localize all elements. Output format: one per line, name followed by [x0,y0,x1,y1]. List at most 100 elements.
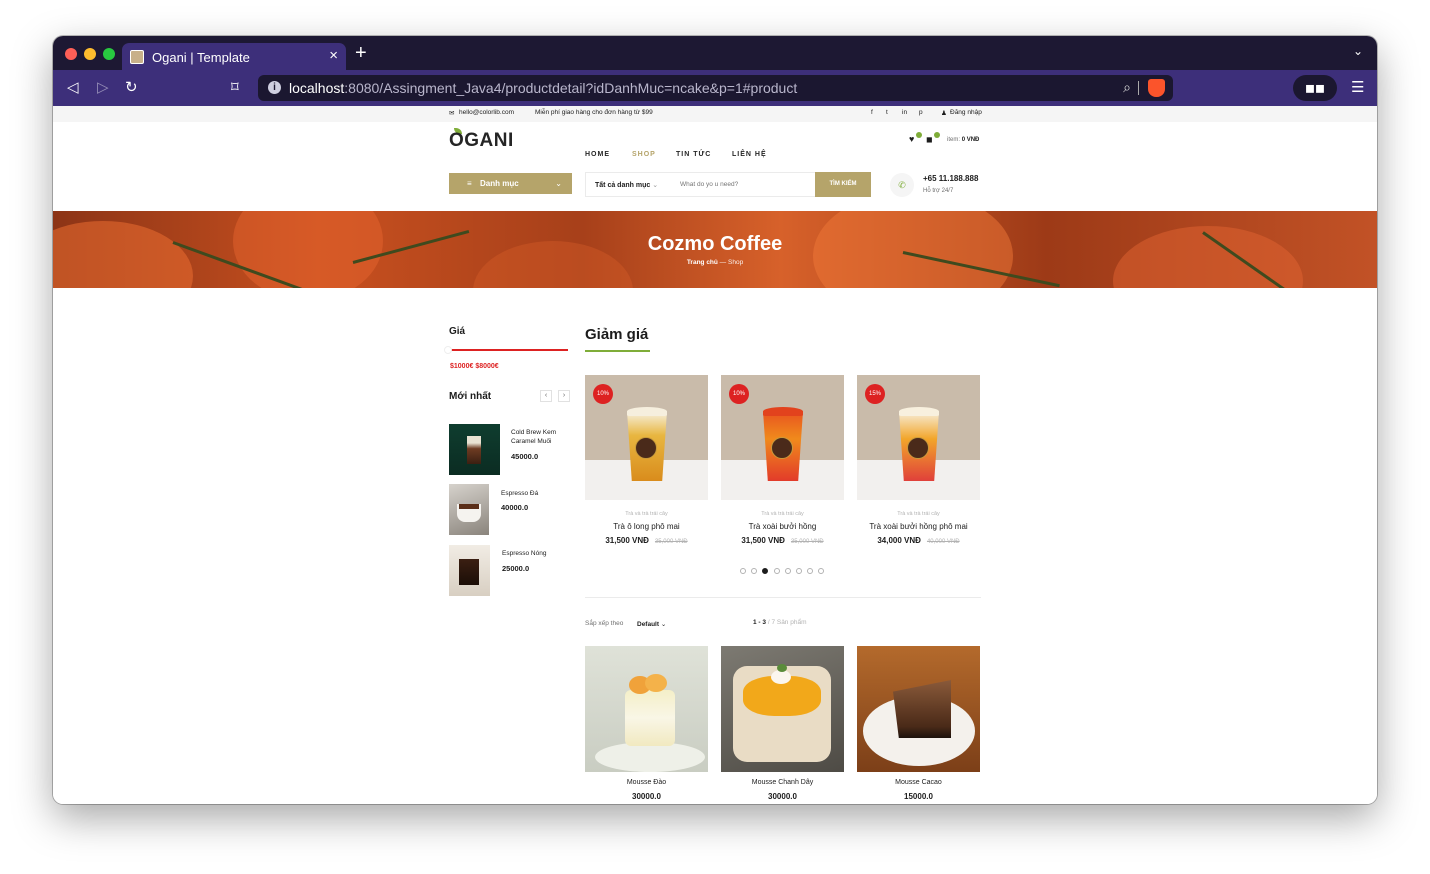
cart-icon[interactable]: ◼ [926,135,933,144]
cup-logo-icon [907,437,929,459]
tab-close-icon[interactable]: × [329,47,338,64]
menu-shop[interactable]: SHOP [632,151,656,158]
discount-badge: 15% [865,384,885,404]
sale-product-price: 31,500 VNĐ 35,000 VNĐ [585,536,708,545]
product-image[interactable] [857,646,980,772]
site-logo[interactable]: OGANI [449,130,514,152]
mint-shape [777,664,787,672]
linkedin-icon[interactable]: in [902,109,907,116]
search-input[interactable] [680,181,810,188]
price-range-values: $1000€ $8000€ [450,363,499,370]
pinterest-icon[interactable]: p [919,109,923,116]
contact-email[interactable]: hello@colorlib.com [459,109,514,116]
phone-icon: ✆ [890,173,914,197]
wishlist-icon[interactable]: ♥ [909,134,914,144]
reload-icon[interactable]: ↻ [125,78,138,96]
search-form: Tất cả danh mục ⌄ TÌM KIẾM [585,172,871,197]
new-tab-button[interactable]: + [355,42,367,65]
cart-total-label: item: [947,137,961,143]
top-strip: ✉ hello@colorlib.com Miễn phí giao hàng … [53,106,1377,122]
login-link[interactable]: Đăng nhập [950,109,982,116]
latest-prev-button[interactable]: ‹ [540,390,552,402]
drink-shape [467,436,481,464]
maximize-window-button[interactable] [103,48,115,60]
menu-news[interactable]: TIN TỨC [676,151,711,158]
sale-product-name[interactable]: Trà xoài bưởi hồng phô mai [857,522,980,531]
price-filter-title: Giá [449,326,466,337]
url-path: :8080/Assingment_Java4/productdetail?idD… [344,80,798,96]
drink-shape [459,504,479,509]
drink-shape [459,559,479,585]
sale-section-title: Giảm giá [585,326,649,343]
chevron-down-icon: ⌄ [652,182,659,189]
search-button[interactable]: TÌM KIẾM [815,172,871,197]
product-name[interactable]: Mousse Chanh Dây [721,779,844,786]
close-window-button[interactable] [65,48,77,60]
zoom-icon[interactable]: ⌕ [1123,79,1131,96]
latest-item-image[interactable] [449,484,489,535]
product-image[interactable] [585,646,708,772]
browser-menu-icon[interactable]: ☰ [1351,78,1364,96]
latest-item-price: 40000.0 [501,503,529,512]
brave-shield-icon[interactable] [1148,79,1165,97]
carousel-dot[interactable] [784,568,791,574]
sort-select[interactable]: Default ⌄ [637,620,666,628]
latest-item-name[interactable]: Espresso Nóng [502,549,546,558]
minimize-window-button[interactable] [84,48,96,60]
carousel-dot[interactable] [740,568,746,574]
url-text[interactable]: localhost:8080/Assingment_Java4/productd… [289,80,797,96]
site-info-icon[interactable]: i [268,81,281,94]
breadcrumb-separator: — [717,259,728,266]
carousel-dot[interactable] [796,568,802,574]
sale-product-name[interactable]: Trà ô long phô mai [585,522,708,531]
url-host: localhost [289,80,345,96]
latest-item-name[interactable]: Espresso Đá [501,489,538,498]
discount-badge: 10% [593,384,613,404]
bookmark-icon[interactable]: ⌑ [231,78,239,96]
carousel-dot[interactable] [751,568,758,574]
old-price: 35,000 VNĐ [790,539,824,545]
glasses-extension-icon[interactable]: ◼◼ [1293,75,1337,101]
breadcrumb-home[interactable]: Trang chủ [687,259,718,266]
cake-shape [625,690,675,746]
price-slider-handle[interactable] [444,346,452,354]
carousel-dot[interactable] [762,568,769,574]
menu-home[interactable]: HOME [585,151,610,158]
product-name[interactable]: Mousse Cacao [857,779,980,786]
support-hours: Hỗ trợ 24/7 [923,188,954,194]
latest-next-button[interactable]: › [558,390,570,402]
sale-product-price: 34,000 VNĐ 40,000 VNĐ [857,536,980,545]
tab-list-icon[interactable]: ⌄ [1353,44,1363,58]
price-min: $1000€ [450,363,474,370]
peach-shape [645,674,667,692]
browser-tab[interactable]: Ogani | Template × [122,43,346,70]
discount-badge: 10% [729,384,749,404]
address-bar[interactable]: i localhost:8080/Assingment_Java4/produc… [258,75,1173,101]
price-range-slider[interactable] [450,349,568,351]
categories-button[interactable]: ≡ Danh mục ⌄ [449,173,572,194]
product-name[interactable]: Mousse Đào [585,779,708,786]
phone-number: +65 11.188.888 [923,174,979,183]
latest-item-name[interactable]: Cold Brew Kem Caramel Muối [511,428,571,446]
count-range: 1 - 3 [753,619,767,626]
cup-logo-icon [635,437,657,459]
twitter-icon[interactable]: t [886,109,888,116]
facebook-icon[interactable]: f [871,109,873,116]
sale-product-category: Trà và trà trái cây [625,511,668,517]
forward-icon[interactable]: ▷ [97,78,109,96]
latest-item-image[interactable] [449,545,490,596]
address-toolbar: ◁ ▷ ↻ ⌑ i localhost:8080/Assingment_Java… [53,70,1377,106]
title-underline [585,350,650,352]
carousel-dot[interactable] [773,568,780,574]
cart-badge [934,132,940,138]
latest-item-image[interactable] [449,424,500,475]
cup-logo-icon [771,437,793,459]
sale-product-name[interactable]: Trà xoài bưởi hồng [721,522,844,531]
product-image[interactable] [721,646,844,772]
carousel-dot[interactable] [818,568,825,574]
carousel-dot[interactable] [807,568,814,574]
web-page: ✉ hello@colorlib.com Miễn phí giao hàng … [53,106,1377,804]
menu-contact[interactable]: LIÊN HỆ [732,151,767,158]
back-icon[interactable]: ◁ [67,78,79,96]
search-category-select[interactable]: Tất cả danh mục ⌄ [595,181,658,189]
